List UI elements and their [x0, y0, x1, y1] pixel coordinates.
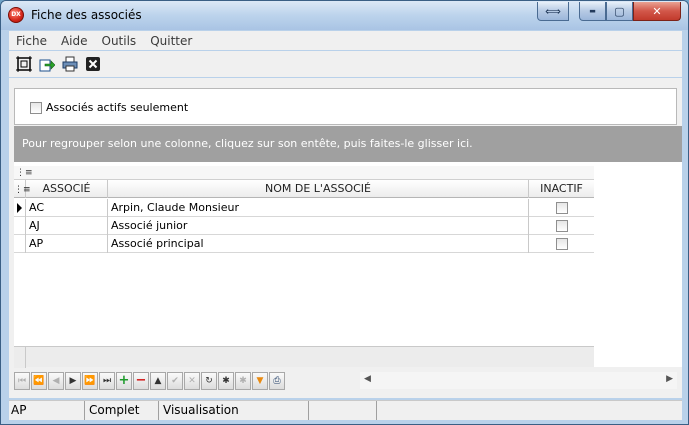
- table-row[interactable]: AJ Associé junior: [14, 217, 594, 235]
- cancel-edit-button[interactable]: ✕: [184, 372, 200, 390]
- add-record-button[interactable]: +: [116, 372, 132, 390]
- column-header-inactive[interactable]: INACTIF: [529, 180, 594, 198]
- title-bar[interactable]: DX Fiche des associés ⟺ ▬ ▢ ✕: [1, 1, 688, 30]
- active-only-checkbox[interactable]: [30, 101, 42, 114]
- filter-button[interactable]: ▼: [252, 372, 268, 390]
- fit-window-button[interactable]: [12, 53, 35, 75]
- goto-bookmark-button[interactable]: ✱: [235, 372, 251, 390]
- menu-fiche[interactable]: Fiche: [9, 34, 54, 48]
- status-panel-4: [309, 401, 377, 420]
- next-page-button[interactable]: ⏩: [82, 372, 98, 390]
- prev-page-button[interactable]: ⏪: [31, 372, 47, 390]
- form-content: Associés actifs seulement Pour regrouper…: [9, 78, 682, 398]
- status-mode: Visualisation: [159, 401, 309, 420]
- table-row[interactable]: AP Associé principal: [14, 235, 594, 253]
- filter-panel: Associés actifs seulement: [14, 88, 677, 125]
- menu-aide[interactable]: Aide: [54, 34, 95, 48]
- scroll-left-icon[interactable]: ◀: [364, 374, 371, 384]
- status-current-code: AP: [9, 401, 85, 420]
- last-record-button[interactable]: ⏭: [99, 372, 115, 390]
- minimize-button[interactable]: ▬: [579, 2, 606, 21]
- cell-code[interactable]: AP: [26, 235, 108, 253]
- status-panel-5: [377, 401, 677, 420]
- export-icon: [39, 59, 55, 72]
- delete-record-button[interactable]: −: [133, 372, 149, 390]
- current-row-arrow-icon: [17, 203, 22, 213]
- group-by-hint: Pour regrouper selon une colonne, clique…: [22, 137, 473, 150]
- close-button[interactable]: ✕: [633, 2, 681, 21]
- header-indicator[interactable]: ⋮≡: [14, 180, 31, 198]
- window-title: Fiche des associés: [31, 8, 142, 22]
- status-load-state: Complet: [85, 401, 159, 420]
- active-only-filter[interactable]: Associés actifs seulement: [30, 101, 188, 114]
- next-record-button[interactable]: ▶: [65, 372, 81, 390]
- active-only-label: Associés actifs seulement: [46, 101, 189, 114]
- bookmark-button[interactable]: ✱: [218, 372, 234, 390]
- menu-outils[interactable]: Outils: [95, 34, 144, 48]
- table-row[interactable]: AC Arpin, Claude Monsieur: [14, 199, 594, 217]
- post-record-button[interactable]: ✔: [167, 372, 183, 390]
- cell-inactive[interactable]: [529, 199, 594, 217]
- resize-icon: ⟺: [545, 4, 561, 18]
- cell-code[interactable]: AC: [26, 199, 108, 217]
- minimize-icon: ▬: [589, 7, 596, 15]
- group-by-panel[interactable]: Pour regrouper selon une colonne, clique…: [14, 126, 682, 162]
- close-form-icon: [85, 57, 100, 71]
- cell-name[interactable]: Associé principal: [108, 235, 529, 253]
- maximize-icon: ▢: [614, 4, 625, 18]
- print-grid-button[interactable]: ⎙: [269, 372, 285, 390]
- main-window: DX Fiche des associés ⟺ ▬ ▢ ✕ Fiche Aide…: [0, 0, 689, 425]
- row-indicator[interactable]: [14, 235, 26, 253]
- inactive-checkbox[interactable]: [555, 202, 568, 214]
- grid-header: ⋮≡ ASSOCIÉ NOM DE L'ASSOCIÉ INACTIF: [14, 180, 594, 198]
- column-header-name[interactable]: NOM DE L'ASSOCIÉ: [108, 180, 529, 198]
- close-icon: ✕: [652, 4, 662, 18]
- maximize-button[interactable]: ▢: [606, 2, 633, 21]
- app-logo-icon[interactable]: DX: [8, 7, 24, 23]
- column-chooser-icon[interactable]: ⋮≡: [16, 168, 33, 178]
- inactive-checkbox[interactable]: [555, 238, 568, 250]
- grid-top-band: ⋮≡: [14, 166, 594, 180]
- record-navigator: ⏮ ⏪ ◀ ▶ ⏩ ⏭ + − ▲ ✔ ✕ ↻ ✱ ✱ ▼ ⎙ ◀ ▶: [14, 370, 677, 392]
- cell-name[interactable]: Associé junior: [108, 217, 529, 235]
- fit-window-icon: [15, 56, 32, 72]
- horizontal-scrollbar[interactable]: ◀ ▶: [360, 372, 677, 389]
- refresh-button[interactable]: ↻: [201, 372, 217, 390]
- column-header-code[interactable]: ASSOCIÉ: [26, 180, 108, 198]
- status-bar: AP Complet Visualisation: [9, 400, 682, 420]
- footer-indicator: [14, 347, 26, 368]
- cell-inactive[interactable]: [529, 217, 594, 235]
- edit-record-button[interactable]: ▲: [150, 372, 166, 390]
- grid-footer: [14, 346, 594, 368]
- cell-code[interactable]: AJ: [26, 217, 108, 235]
- cell-inactive[interactable]: [529, 235, 594, 253]
- prev-record-button[interactable]: ◀: [48, 372, 64, 390]
- menu-quitter[interactable]: Quitter: [143, 34, 199, 48]
- row-indicator[interactable]: [14, 199, 26, 217]
- associates-grid: ⋮≡ ⋮≡ ASSOCIÉ NOM DE L'ASSOCIÉ INACTIF A…: [14, 162, 682, 367]
- export-button[interactable]: [35, 53, 58, 75]
- menu-bar: Fiche Aide Outils Quitter: [9, 31, 682, 50]
- close-form-button[interactable]: [81, 53, 104, 75]
- inactive-checkbox[interactable]: [555, 220, 568, 232]
- print-button[interactable]: [58, 53, 81, 75]
- cell-name[interactable]: Arpin, Claude Monsieur: [108, 199, 529, 217]
- row-indicator[interactable]: [14, 217, 26, 235]
- resize-button[interactable]: ⟺: [537, 2, 569, 21]
- print-icon: [62, 56, 77, 72]
- scroll-right-icon[interactable]: ▶: [666, 374, 673, 384]
- first-record-button[interactable]: ⏮: [14, 372, 30, 390]
- toolbar: [9, 51, 682, 77]
